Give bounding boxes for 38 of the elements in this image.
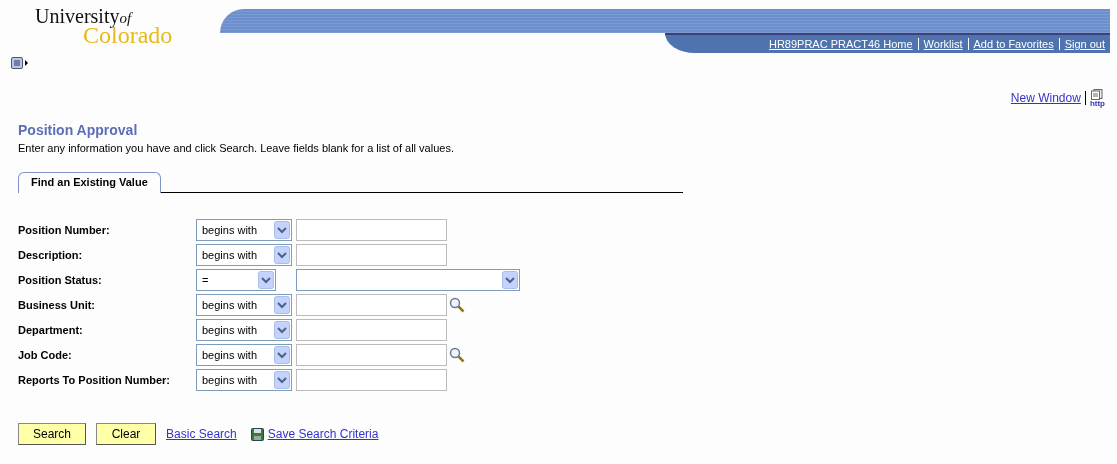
nav-link[interactable]: Sign out [1058, 38, 1110, 50]
field-label: Position Number: [18, 224, 111, 236]
save-search-criteria-link[interactable]: Save Search Criteria [267, 427, 379, 441]
tab[interactable]: Find an Existing Value [18, 172, 161, 193]
instructions-text: Enter any information you have and click Search. Leave fields blank for a list of all values. [18, 142, 455, 154]
field-label: Reports To Position Number: [18, 374, 171, 386]
search-button[interactable]: Search [18, 423, 87, 445]
new-window-link[interactable]: New Window [1010, 91, 1081, 105]
menu-toggle-icon[interactable] [11, 57, 29, 70]
operator-dropdown[interactable]: begins with [196, 369, 292, 391]
operator-dropdown[interactable]: begins with [196, 244, 292, 266]
field-label: Business Unit: [18, 299, 96, 311]
save-icon[interactable] [250, 427, 264, 441]
page-title: Position Approval [18, 122, 139, 138]
input-field[interactable] [296, 244, 447, 266]
nav-link[interactable]: HR89PRAC PRACT46 Home [763, 38, 918, 50]
basic-search-link[interactable]: Basic Search [166, 427, 237, 441]
input-field[interactable] [296, 369, 447, 391]
field-label: Job Code: [18, 349, 73, 361]
operator-dropdown[interactable]: begins with [196, 219, 292, 241]
input-field[interactable] [296, 344, 447, 366]
field-label: Position Status: [18, 274, 103, 286]
search-icon[interactable] [449, 297, 465, 313]
operator-dropdown[interactable]: = [196, 269, 276, 291]
operator-dropdown[interactable]: begins with [196, 319, 292, 341]
nav-link[interactable]: Worklist [917, 38, 968, 50]
input-field[interactable] [296, 294, 447, 316]
input-field[interactable] [296, 219, 447, 241]
value-dropdown[interactable] [296, 269, 520, 291]
field-label: Department: [18, 324, 84, 336]
search-icon[interactable] [449, 347, 465, 363]
university-logo: Universityof Colorado [34, 4, 174, 50]
operator-dropdown[interactable]: begins with [196, 294, 292, 316]
input-field[interactable] [296, 319, 447, 341]
clear-button[interactable]: Clear [96, 423, 157, 445]
operator-dropdown[interactable]: begins with [196, 344, 292, 366]
field-label: Description: [18, 249, 84, 261]
nav-link[interactable]: Add to Favorites [967, 38, 1059, 50]
